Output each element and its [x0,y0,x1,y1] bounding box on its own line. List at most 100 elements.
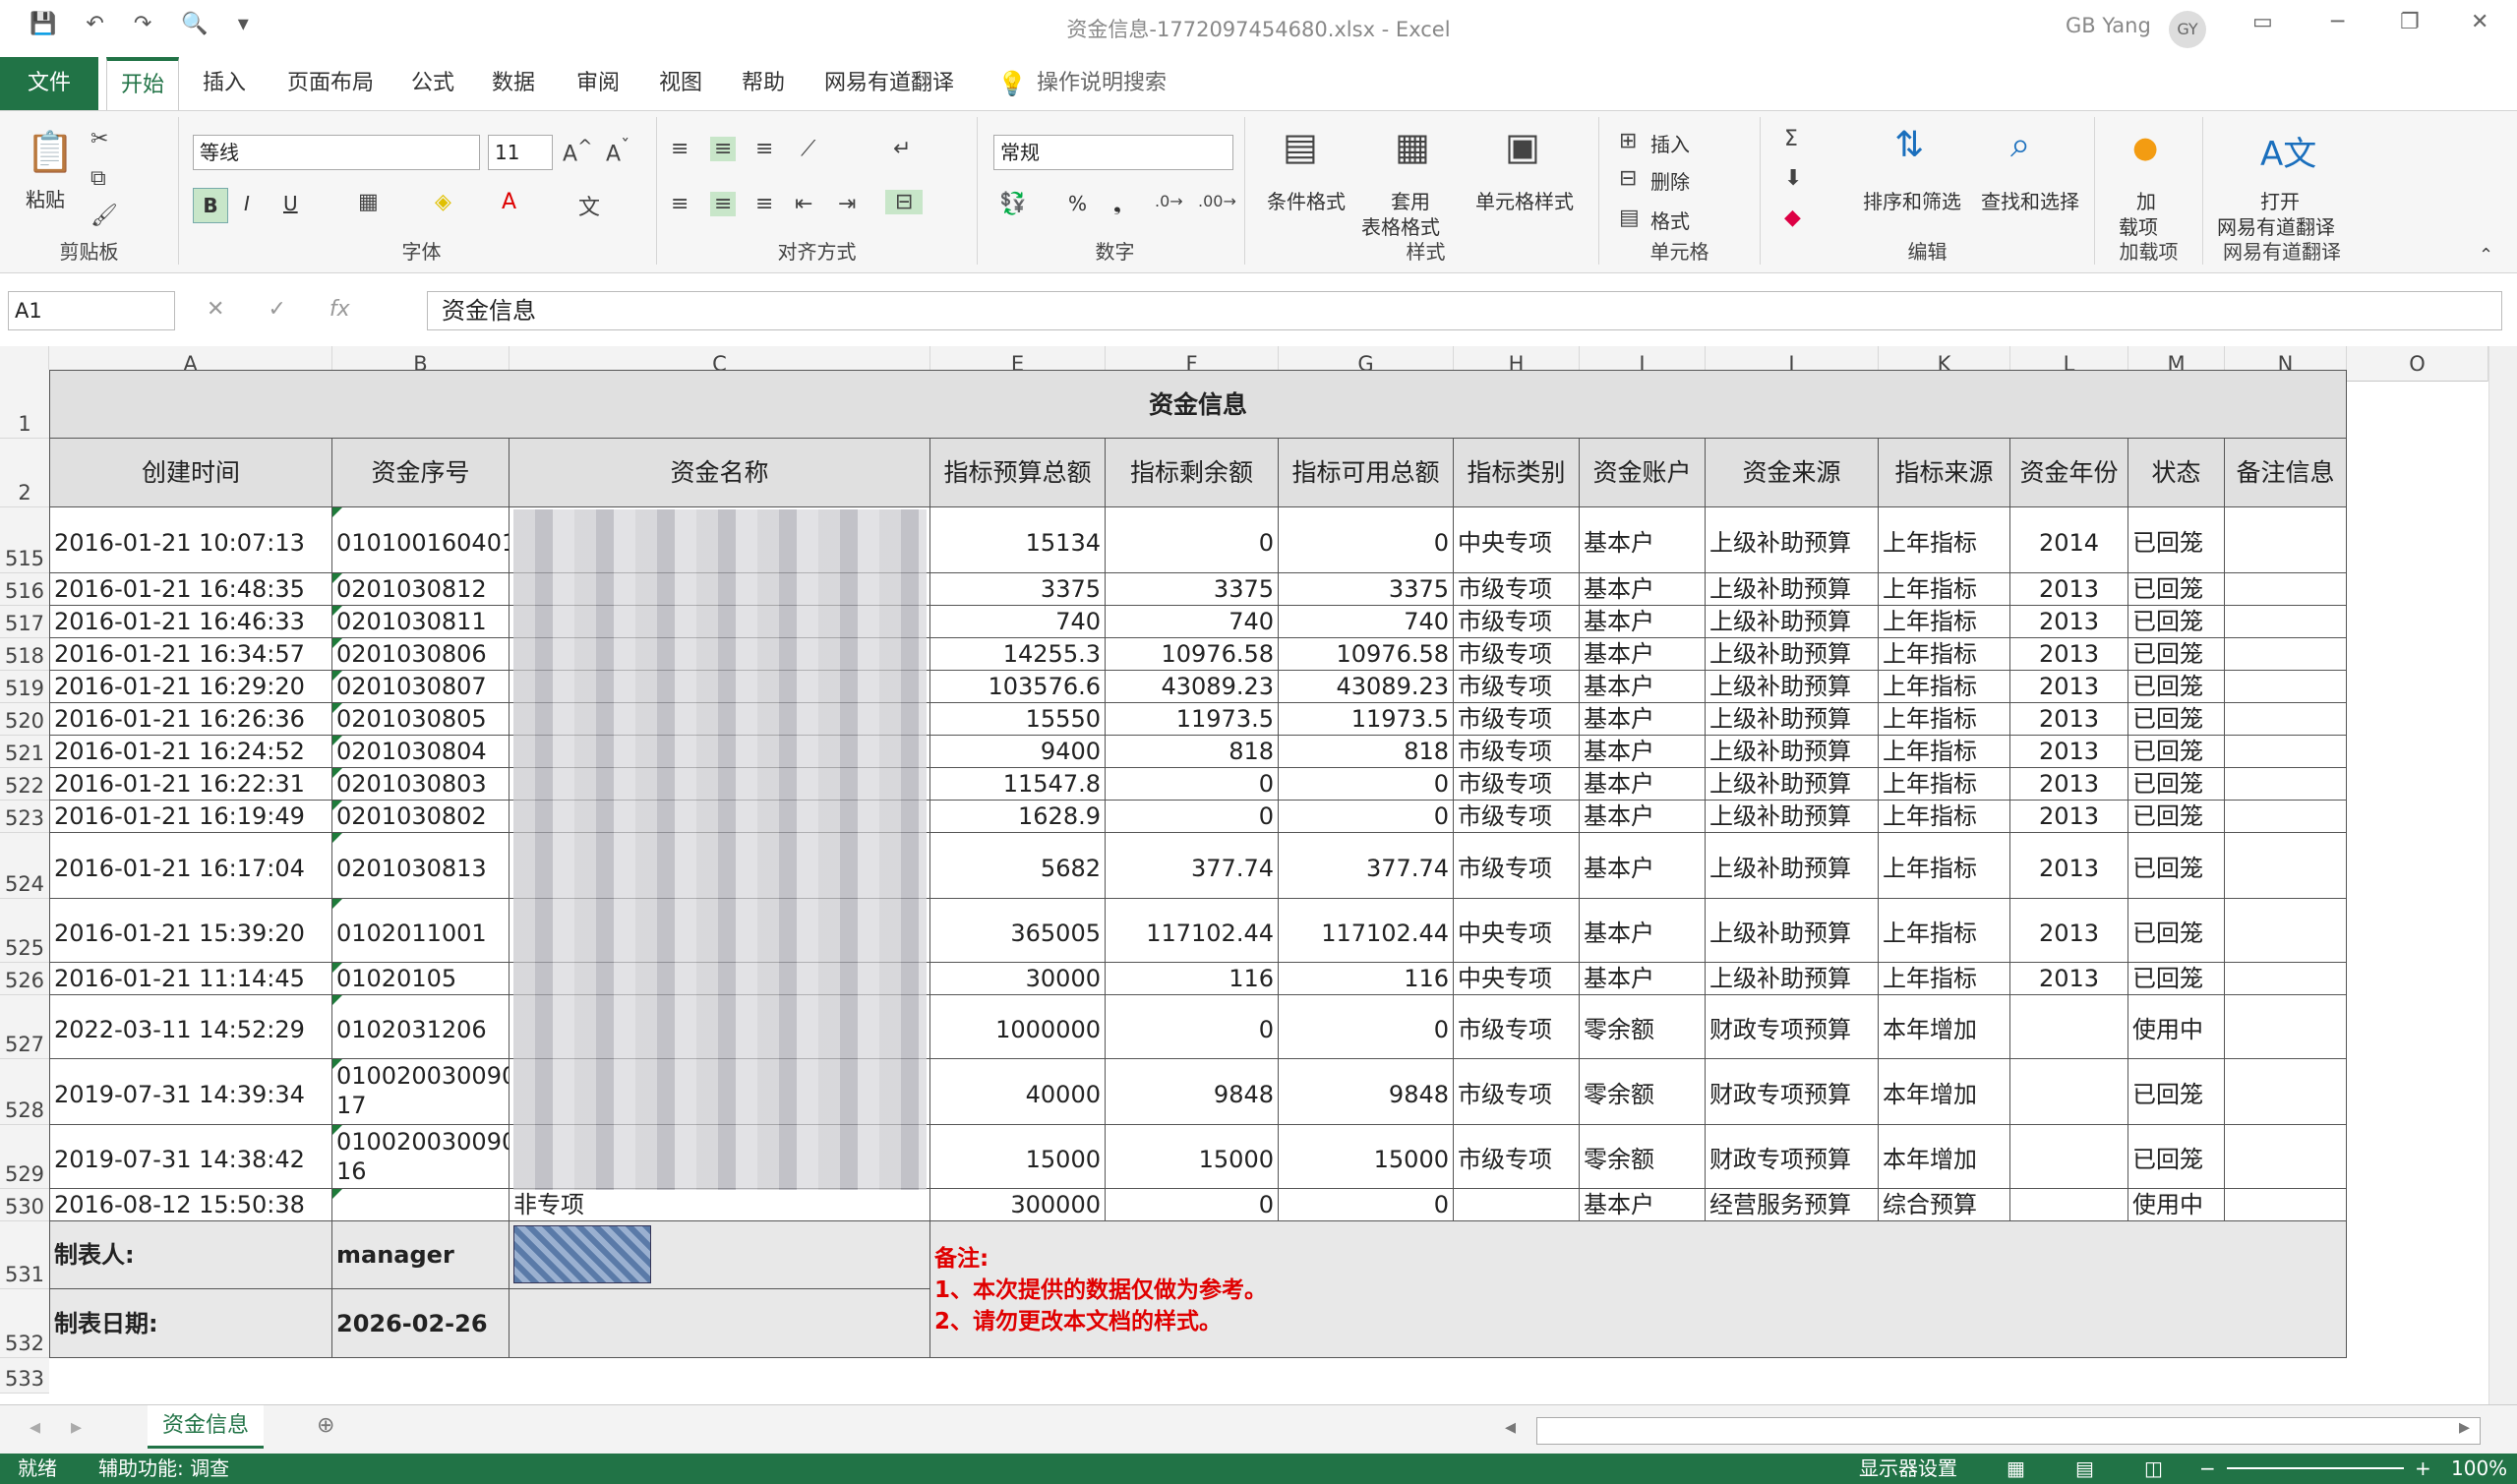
cell-time[interactable]: 2016-01-21 16:22:31 [49,768,332,801]
cell-avail[interactable]: 15000 [1279,1125,1454,1189]
cell-status[interactable]: 已回笼 [2128,606,2225,638]
cell-avail[interactable]: 116 [1279,963,1454,995]
cell-isrc[interactable]: 上年指标 [1879,768,2010,801]
cell-cat[interactable]: 市级专项 [1454,768,1580,801]
tell-me-search[interactable]: 操作说明搜索 [1023,57,1180,110]
cell-note[interactable] [2225,703,2347,736]
page-break-view-icon[interactable]: ◫ [2144,1454,2163,1484]
merge-center-icon[interactable]: ⊟ [885,190,924,214]
paste-icon[interactable]: 📋 [26,129,75,175]
cell-note[interactable] [2225,573,2347,606]
column-title[interactable]: 资金来源 [1706,439,1879,507]
cell-year[interactable]: 2013 [2010,573,2128,606]
row-header[interactable]: 532 [0,1289,49,1358]
scroll-right-icon[interactable]: ▸ [2459,1415,2470,1440]
cell-seq[interactable]: 0201030802 [332,801,509,833]
row-header[interactable]: 527 [0,995,49,1059]
row-header[interactable]: 524 [0,833,49,899]
cell-total[interactable]: 5682 [930,833,1106,899]
cell-time[interactable]: 2016-01-21 11:14:45 [49,963,332,995]
cell-cat[interactable]: 市级专项 [1454,736,1580,768]
cell-acct[interactable]: 基本户 [1580,671,1706,703]
row-header[interactable]: 530 [0,1189,49,1221]
cell-cat[interactable] [1454,1189,1580,1221]
cell-note[interactable] [2225,833,2347,899]
autosum-icon[interactable]: Σ [1784,127,1798,151]
cell-time[interactable]: 2019-07-31 14:39:34 [49,1059,332,1125]
cell-note[interactable] [2225,507,2347,573]
fill-color-icon[interactable]: ◈ [435,190,451,214]
cell-seq[interactable]: 0201030812 [332,573,509,606]
scroll-left-icon[interactable]: ◂ [1505,1415,1516,1440]
zoom-level[interactable]: 100% [2451,1454,2507,1484]
cell-isrc[interactable]: 上年指标 [1879,736,2010,768]
cell-time[interactable]: 2016-01-21 16:29:20 [49,671,332,703]
tab-review[interactable]: 审阅 [563,57,633,110]
column-title[interactable]: 资金年份 [2010,439,2128,507]
cell-src[interactable]: 上级补助预算 [1706,703,1879,736]
tab-home[interactable]: 开始 [106,57,180,110]
cell-total[interactable]: 14255.3 [930,638,1106,671]
row-header[interactable]: 522 [0,768,49,801]
cell-remain[interactable]: 43089.23 [1106,671,1279,703]
cell-src[interactable]: 上级补助预算 [1706,833,1879,899]
cell-seq[interactable]: 0201030807 [332,671,509,703]
column-title[interactable]: 指标预算总额 [930,439,1106,507]
accessibility-status[interactable]: 辅助功能: 调查 [98,1454,229,1484]
italic-button[interactable]: I [244,192,250,215]
cell-acct[interactable]: 基本户 [1580,1189,1706,1221]
cell-total[interactable]: 1000000 [930,995,1106,1059]
cell-total[interactable]: 9400 [930,736,1106,768]
cell-isrc[interactable]: 上年指标 [1879,833,2010,899]
cell-status[interactable]: 已回笼 [2128,801,2225,833]
currency-icon[interactable]: 💱 [999,192,1026,216]
percent-button[interactable]: % [1068,192,1087,215]
cell-cat[interactable]: 市级专项 [1454,801,1580,833]
cell-cat[interactable]: 市级专项 [1454,833,1580,899]
cell-remain[interactable]: 0 [1106,507,1279,573]
cell-status[interactable]: 已回笼 [2128,899,2225,963]
cell-cat[interactable]: 市级专项 [1454,573,1580,606]
cell-status[interactable]: 使用中 [2128,1189,2225,1221]
cell-year[interactable]: 2013 [2010,606,2128,638]
font-name-select[interactable]: 等线 [193,135,480,170]
cell-total[interactable]: 740 [930,606,1106,638]
cell-seq[interactable]: 0102031206 [332,995,509,1059]
cell-remain[interactable]: 0 [1106,768,1279,801]
format-painter-icon[interactable]: 🖌 [90,204,118,228]
fill-icon[interactable]: ⬇ [1784,166,1802,191]
cell-time[interactable]: 2022-03-11 14:52:29 [49,995,332,1059]
tab-formulas[interactable]: 公式 [397,57,468,110]
sheet-tab[interactable]: 资金信息 [148,1405,264,1449]
row-header[interactable]: 521 [0,736,49,768]
row-header[interactable]: 1 [0,370,49,439]
cell-acct[interactable]: 基本户 [1580,801,1706,833]
cell-src[interactable]: 经营服务预算 [1706,1189,1879,1221]
cell-note[interactable] [2225,801,2347,833]
cell-seq[interactable]: 010020030090 16 [332,1125,509,1189]
tab-file[interactable]: 文件 [0,57,98,110]
cell-time[interactable]: 2016-01-21 16:19:49 [49,801,332,833]
empty-cell[interactable] [509,1289,930,1358]
cell-seq[interactable] [332,1189,509,1221]
cell-remain[interactable]: 0 [1106,1189,1279,1221]
format-as-table-icon[interactable]: ▦ [1395,125,1430,168]
cell-note[interactable] [2225,638,2347,671]
row-header[interactable]: 515 [0,507,49,573]
cell-isrc[interactable]: 上年指标 [1879,507,2010,573]
cell-cat[interactable]: 中央专项 [1454,963,1580,995]
cell-src[interactable]: 上级补助预算 [1706,638,1879,671]
column-title[interactable]: 资金序号 [332,439,509,507]
cell-src[interactable]: 上级补助预算 [1706,768,1879,801]
cell-isrc[interactable]: 上年指标 [1879,606,2010,638]
cell-status[interactable]: 已回笼 [2128,1125,2225,1189]
cell-cat[interactable]: 市级专项 [1454,638,1580,671]
column-title[interactable]: 资金名称 [509,439,930,507]
font-color-icon[interactable]: A [502,190,516,214]
cell-isrc[interactable]: 上年指标 [1879,899,2010,963]
cell-year[interactable]: 2013 [2010,963,2128,995]
orientation-icon[interactable]: ⟋ [801,137,815,161]
align-bottom-icon[interactable]: ≡ [755,137,773,161]
cell-cat[interactable]: 市级专项 [1454,606,1580,638]
cell-styles-icon[interactable]: ▣ [1505,125,1540,168]
